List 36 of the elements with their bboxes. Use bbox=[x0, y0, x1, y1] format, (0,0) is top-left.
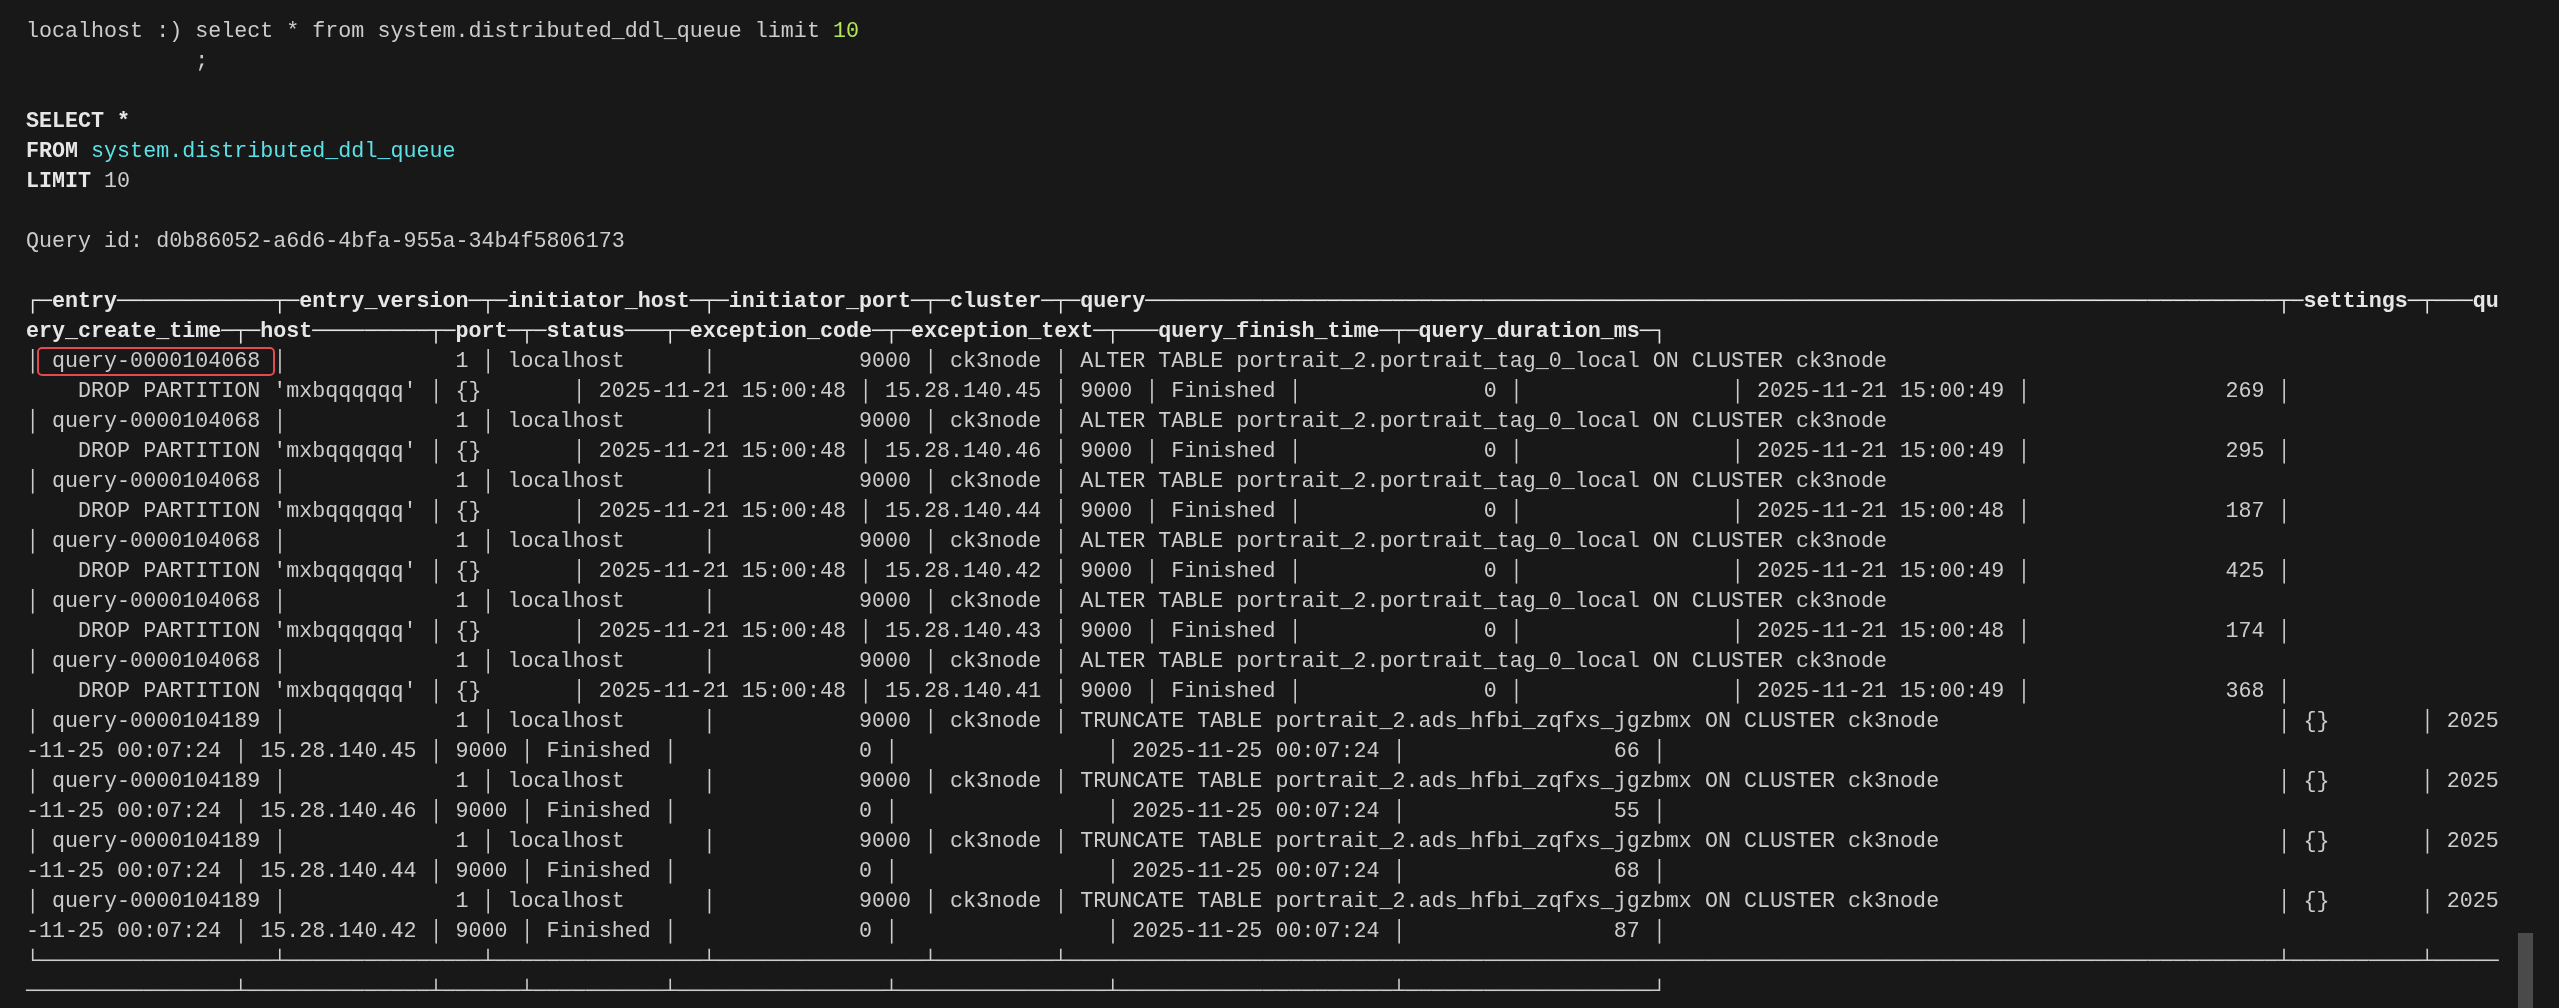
terminal-text: -11-25 00:07:24 │ 15.28.140.44 │ 9000 │ Finished │ 0 │ │ 2025-11-25 00:07:24 │ 68 │ bbox=[26, 859, 1666, 884]
highlighted-text: query-0000104068 bbox=[39, 349, 274, 374]
sql-keyword: FROM bbox=[26, 139, 80, 164]
terminal-text: DROP PARTITION 'mxbqqqqqq' │ {} │ 2025-11-21 15:00:48 │ 15.28.140.44 │ 9000 │ Finished │ 0 │ │ 2025-11-21 15:00:48 │ 187 │ bbox=[77, 499, 2291, 524]
terminal-text: └──────────────────┴───────────────┴────────────────┴────────────────┴─────────┴─────────────────────────────────────────────────────────────────────────────────────────────┴──────────┴───── bbox=[26, 949, 2499, 974]
terminal-text: Query id: d0b86052-a6d6-4bfa-955a-34b4f5806173 bbox=[26, 229, 625, 254]
terminal-text: │ query-0000104068 │ 1 │ localhost │ 9000 │ ck3node │ ALTER TABLE portrait_2.portrait_tag_0_local ON CLUSTER ck3node bbox=[26, 649, 1888, 674]
terminal-text: DROP PARTITION 'mxbqqqqqq' │ {} │ 2025-11-21 15:00:48 │ 15.28.140.41 │ 9000 │ Finished │ 0 │ │ 2025-11-21 15:00:49 │ 368 │ bbox=[77, 679, 2291, 704]
terminal-text: DROP PARTITION 'mxbqqqqqq' │ {} │ 2025-11-21 15:00:48 │ 15.28.140.46 │ 9000 │ Finished │ 0 │ │ 2025-11-21 15:00:49 │ 295 │ bbox=[77, 439, 2291, 464]
terminal-text: │ 1 │ localhost │ 9000 │ ck3node │ ALTER TABLE portrait_2.portrait_tag_0_local ON CLUSTER ck3node bbox=[273, 349, 1888, 374]
terminal-text: │ query-0000104068 │ 1 │ localhost │ 9000 │ ck3node │ ALTER TABLE portrait_2.portrait_tag_0_local ON CLUSTER ck3node bbox=[26, 469, 1888, 494]
terminal-text: │ query-0000104068 │ 1 │ localhost │ 9000 │ ck3node │ ALTER TABLE portrait_2.portrait_tag_0_local ON CLUSTER ck3node bbox=[26, 529, 1888, 554]
terminal-text: │ query-0000104189 │ 1 │ localhost │ 9000 │ ck3node │ TRUNCATE TABLE portrait_2.ads_hfbi_zqfxs_jgzbmx ON CLUSTER ck3node │ {} │ 2025 bbox=[26, 829, 2499, 854]
terminal-text: DROP PARTITION 'mxbqqqqqq' │ {} │ 2025-11-21 15:00:48 │ 15.28.140.43 │ 9000 │ Finished │ 0 │ │ 2025-11-21 15:00:48 │ 174 │ bbox=[77, 619, 2291, 644]
sql-keyword: LIMIT bbox=[26, 169, 92, 194]
number-literal: 10 bbox=[832, 19, 859, 44]
terminal-text: ────────────────┴──────────────┴──────┴──────────┴────────────────┴────────────────┴─────────────────────┴───────────────────┘ bbox=[26, 979, 1666, 1004]
terminal-text: DROP PARTITION 'mxbqqqqqq' │ {} │ 2025-11-21 15:00:48 │ 15.28.140.42 │ 9000 │ Finished │ 0 │ │ 2025-11-21 15:00:49 │ 425 │ bbox=[77, 559, 2291, 584]
terminal-text: 10 bbox=[103, 169, 131, 194]
terminal-text: ; bbox=[194, 49, 209, 74]
scrollbar-thumb[interactable] bbox=[2518, 933, 2533, 1008]
terminal-text: │ query-0000104068 │ 1 │ localhost │ 9000 │ ck3node │ ALTER TABLE portrait_2.portrait_tag_0_local ON CLUSTER ck3node bbox=[26, 409, 1888, 434]
terminal-text: -11-25 00:07:24 │ 15.28.140.42 │ 9000 │ Finished │ 0 │ │ 2025-11-25 00:07:24 │ 87 │ bbox=[26, 919, 1666, 944]
table-name: system.distributed_ddl_queue bbox=[91, 139, 456, 164]
terminal-text: │ query-0000104189 │ 1 │ localhost │ 9000 │ ck3node │ TRUNCATE TABLE portrait_2.ads_hfbi_zqfxs_jgzbmx ON CLUSTER ck3node │ {} │ 2025 bbox=[26, 709, 2499, 734]
sql-keyword: SELECT * bbox=[26, 109, 131, 134]
terminal-text: localhost :) select * from system.distributed_ddl_queue limit bbox=[26, 19, 821, 44]
terminal-text: │ bbox=[26, 349, 39, 374]
table-header-text: ┌─entry────────────┬─entry_version─┬─initiator_host─┬─initiator_port─┬─cluster─┬─query───────────────────────────────────────────────────────────────────────────────────────┬─settings─┬───qu bbox=[26, 289, 2499, 314]
terminal-text: DROP PARTITION 'mxbqqqqqq' │ {} │ 2025-11-21 15:00:48 │ 15.28.140.45 │ 9000 │ Finished │ 0 │ │ 2025-11-21 15:00:49 │ 269 │ bbox=[77, 379, 2291, 404]
terminal-text: │ query-0000104068 │ 1 │ localhost │ 9000 │ ck3node │ ALTER TABLE portrait_2.portrait_tag_0_local ON CLUSTER ck3node bbox=[26, 589, 1888, 614]
table-header-text: ery_create_time─┬─host─────────┬─port─┬─status───┬─exception_code─┬─exception_text─┬───query_finish_time─┬─query_duration_ms─┐ bbox=[26, 319, 1666, 344]
terminal-text: │ query-0000104189 │ 1 │ localhost │ 9000 │ ck3node │ TRUNCATE TABLE portrait_2.ads_hfbi_zqfxs_jgzbmx ON CLUSTER ck3node │ {} │ 2025 bbox=[26, 769, 2499, 794]
terminal-text: │ query-0000104189 │ 1 │ localhost │ 9000 │ ck3node │ TRUNCATE TABLE portrait_2.ads_hfbi_zqfxs_jgzbmx ON CLUSTER ck3node │ {} │ 2025 bbox=[26, 889, 2499, 914]
terminal-text: -11-25 00:07:24 │ 15.28.140.45 │ 9000 │ Finished │ 0 │ │ 2025-11-25 00:07:24 │ 66 │ bbox=[26, 739, 1666, 764]
terminal-text: -11-25 00:07:24 │ 15.28.140.46 │ 9000 │ Finished │ 0 │ │ 2025-11-25 00:07:24 │ 55 │ bbox=[26, 799, 1666, 824]
